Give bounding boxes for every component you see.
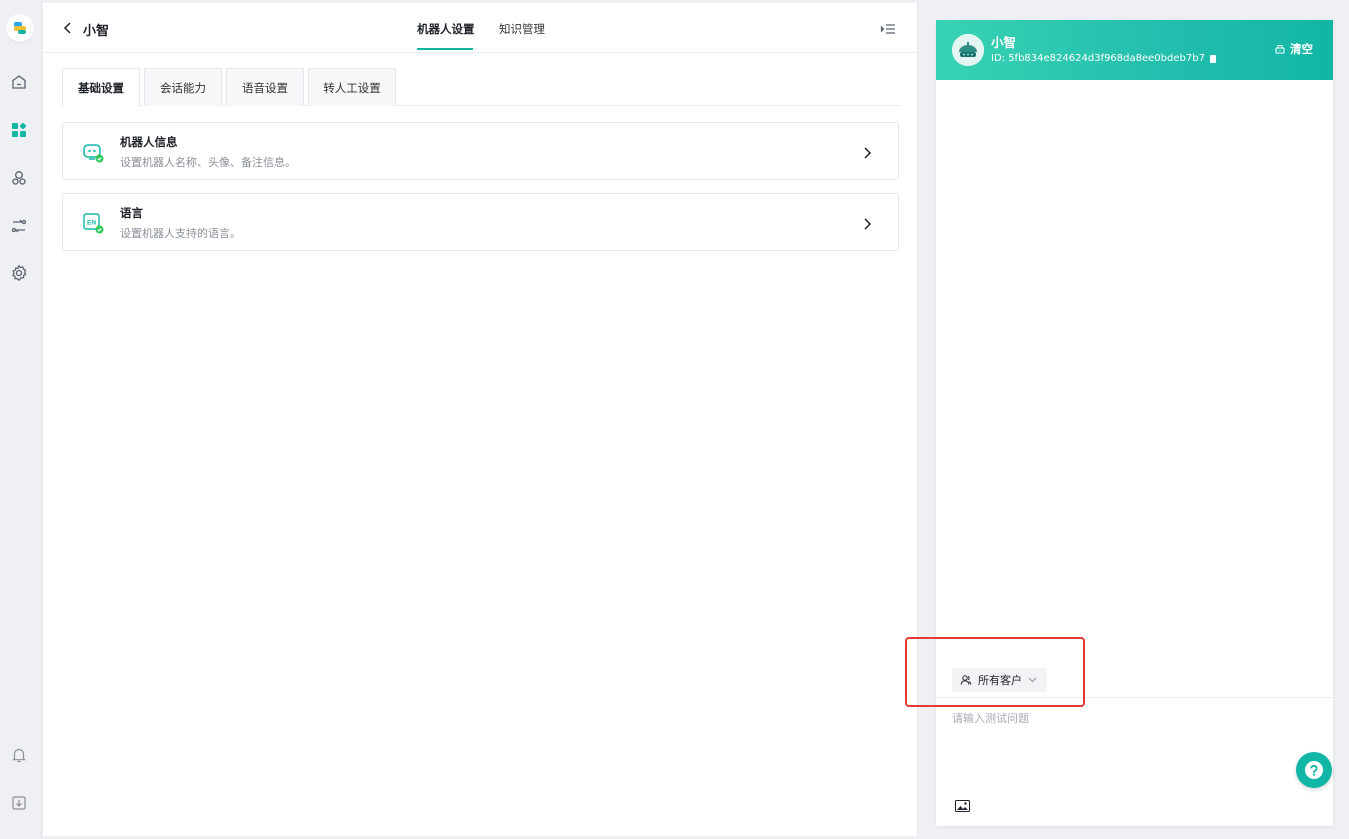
chevron-down-icon	[1028, 677, 1037, 683]
home-icon[interactable]	[9, 72, 29, 92]
card-robot-info[interactable]: 机器人信息 设置机器人名称、头像、备注信息。	[62, 122, 899, 180]
card-title: 语言	[120, 206, 143, 220]
settings-subtabs: 基础设置 会话能力 语音设置 转人工设置	[62, 68, 901, 107]
main-panel: 小智 机器人设置 知识管理 基础设置 会话能力 语音设置 转人工设置 机器人信息…	[43, 3, 918, 836]
bot-id: ID: 5fb834e824624d3f968da8ee0bdeb7b7	[991, 53, 1205, 64]
card-title: 机器人信息	[120, 135, 178, 149]
image-upload-icon[interactable]	[955, 797, 970, 812]
robot-icon[interactable]	[9, 168, 29, 188]
broom-icon	[1275, 44, 1285, 54]
bot-avatar	[952, 34, 984, 66]
settings-icon[interactable]	[9, 263, 29, 283]
copy-icon[interactable]	[1209, 54, 1217, 64]
help-button[interactable]	[1296, 752, 1332, 788]
subtab-conversation-ability[interactable]: 会话能力	[144, 68, 222, 106]
tab-knowledge-management[interactable]: 知识管理	[499, 21, 545, 37]
tab-robot-settings[interactable]: 机器人设置	[417, 21, 475, 37]
clear-label: 清空	[1290, 42, 1313, 56]
question-icon	[1305, 761, 1323, 779]
bell-icon[interactable]	[9, 745, 29, 765]
card-language[interactable]: EN 语言 设置机器人支持的语言。	[62, 193, 899, 251]
active-tab-indicator	[417, 48, 473, 50]
chat-test-panel: 小智 ID: 5fb834e824624d3f968da8ee0bdeb7b7 …	[936, 20, 1333, 826]
top-header: 小智 机器人设置 知识管理	[43, 3, 918, 53]
card-description: 设置机器人名称、头像、备注信息。	[120, 156, 296, 169]
subtab-basic-settings[interactable]: 基础设置	[62, 68, 140, 107]
logo-icon[interactable]	[6, 14, 34, 42]
language-en-icon: EN	[81, 211, 105, 235]
clear-button[interactable]: 清空	[1274, 41, 1313, 57]
users-icon	[960, 675, 972, 685]
audience-selector[interactable]: 所有客户	[952, 668, 1047, 692]
bot-id-row: ID: 5fb834e824624d3f968da8ee0bdeb7b7	[991, 53, 1217, 64]
svg-text:EN: EN	[87, 220, 96, 227]
card-description: 设置机器人支持的语言。	[120, 227, 241, 240]
download-icon[interactable]	[9, 793, 29, 813]
test-question-input[interactable]	[952, 710, 1292, 770]
chevron-right-icon	[862, 145, 872, 159]
left-rail	[0, 0, 42, 839]
flow-icon[interactable]	[9, 216, 29, 236]
subtab-transfer-human[interactable]: 转人工设置	[308, 68, 396, 106]
chevron-right-icon	[862, 216, 872, 230]
input-divider	[936, 697, 1333, 698]
apps-icon[interactable]	[9, 120, 29, 140]
chat-bot-name: 小智	[991, 35, 1017, 50]
app-root: 小智 机器人设置 知识管理 基础设置 会话能力 语音设置 转人工设置 机器人信息…	[0, 0, 1349, 839]
robot-info-icon	[81, 140, 105, 164]
chat-header: 小智 ID: 5fb834e824624d3f968da8ee0bdeb7b7 …	[936, 20, 1333, 80]
subtab-voice-settings[interactable]: 语音设置	[226, 68, 304, 106]
audience-label: 所有客户	[978, 674, 1022, 687]
back-icon[interactable]	[61, 20, 75, 36]
collapse-menu-icon[interactable]	[880, 21, 896, 35]
page-title: 小智	[83, 24, 110, 39]
